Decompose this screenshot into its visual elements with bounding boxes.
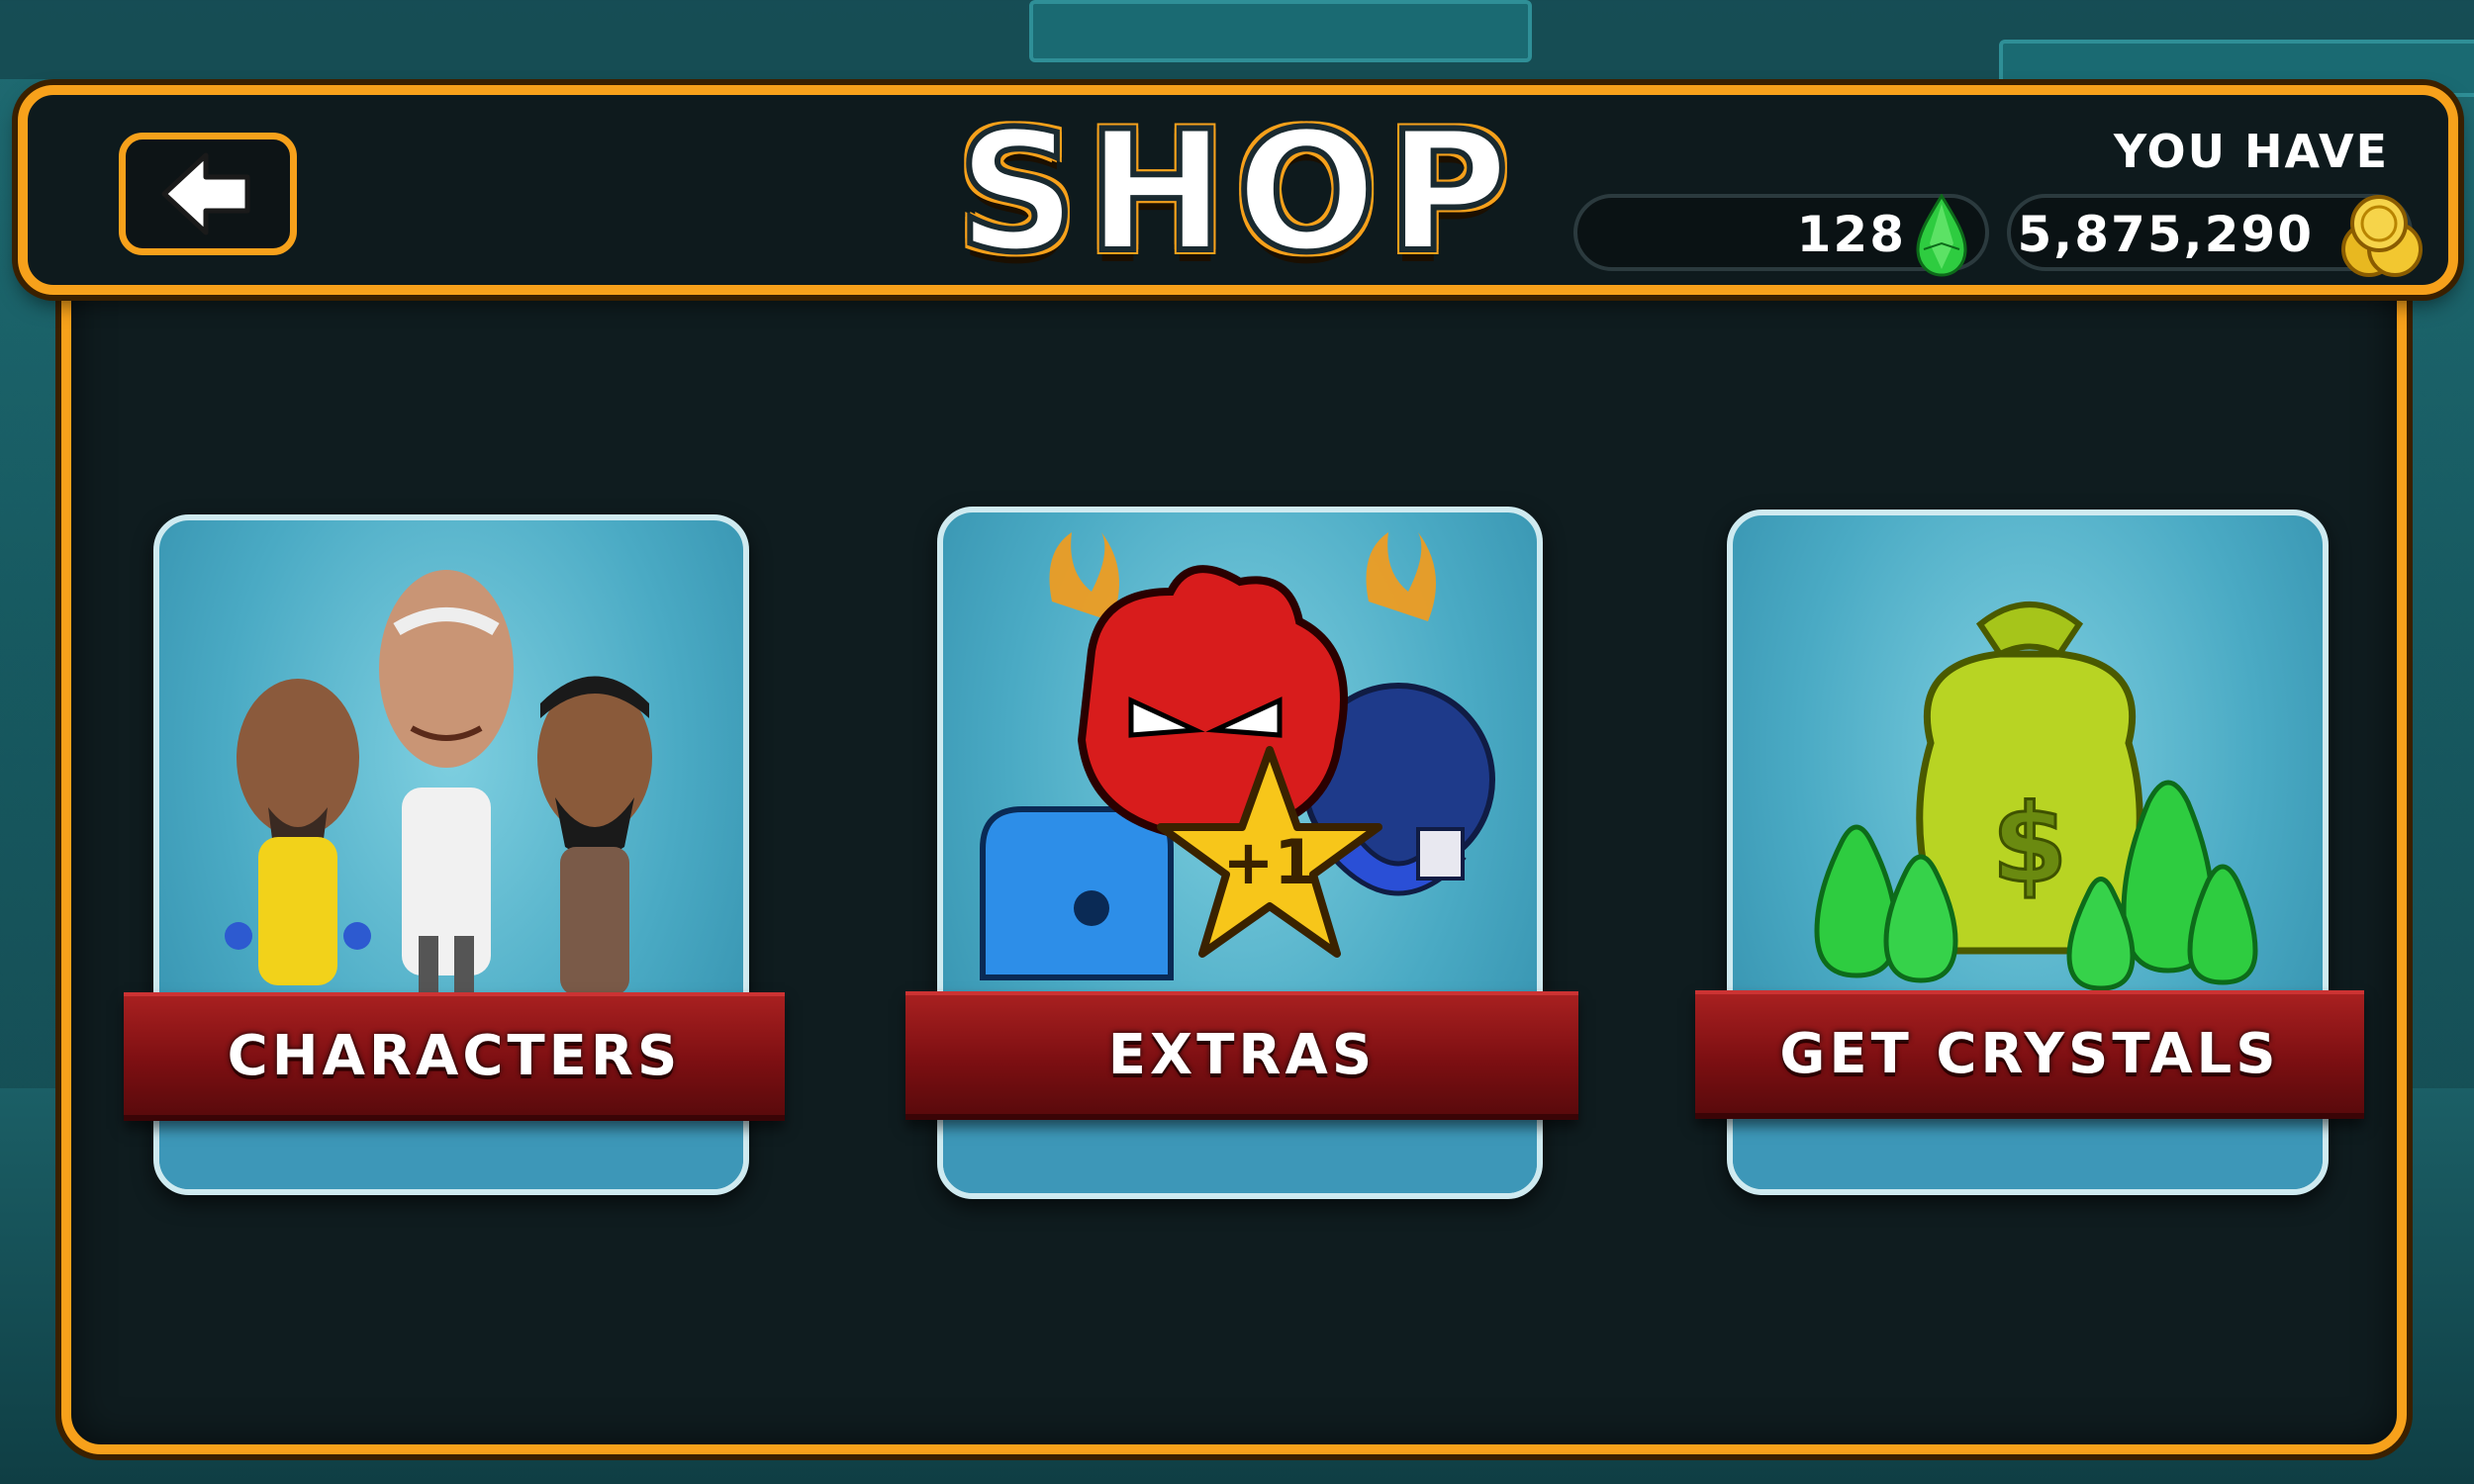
coin-stack-icon bbox=[2341, 195, 2423, 277]
crystal-count: 128 bbox=[1796, 206, 1906, 263]
characters-art bbox=[225, 570, 652, 995]
get-crystals-art: $ bbox=[1814, 602, 2258, 991]
extras-label: EXTRAS bbox=[1107, 1022, 1377, 1087]
svg-text:$: $ bbox=[1992, 781, 2068, 907]
star-badge-text: +1 bbox=[1222, 826, 1316, 898]
coin-count: 5,875,290 bbox=[2017, 206, 2314, 263]
get-crystals-label: GET CRYSTALS bbox=[1779, 1021, 2280, 1086]
characters-label: CHARACTERS bbox=[227, 1023, 682, 1088]
extras-ribbon: EXTRAS bbox=[905, 991, 1578, 1120]
characters-card[interactable]: CHARACTERS bbox=[124, 514, 785, 1195]
get-crystals-ribbon: GET CRYSTALS bbox=[1695, 990, 2364, 1119]
you-have-label: YOU HAVE bbox=[2113, 125, 2389, 178]
background-window bbox=[1029, 0, 1532, 62]
extras-art: +1 bbox=[980, 532, 1495, 980]
header-bar: SHOP YOU HAVE 128 5,875,290 bbox=[18, 85, 2458, 295]
crystal-balance: 128 bbox=[1573, 194, 1989, 277]
crystal-icon bbox=[1916, 194, 1967, 277]
get-crystals-card[interactable]: $ GET CRYSTALS bbox=[1695, 510, 2364, 1195]
coin-balance: 5,875,290 bbox=[2007, 194, 2423, 277]
extras-card[interactable]: +1 EXTRAS bbox=[905, 507, 1578, 1199]
characters-ribbon: CHARACTERS bbox=[124, 992, 785, 1121]
